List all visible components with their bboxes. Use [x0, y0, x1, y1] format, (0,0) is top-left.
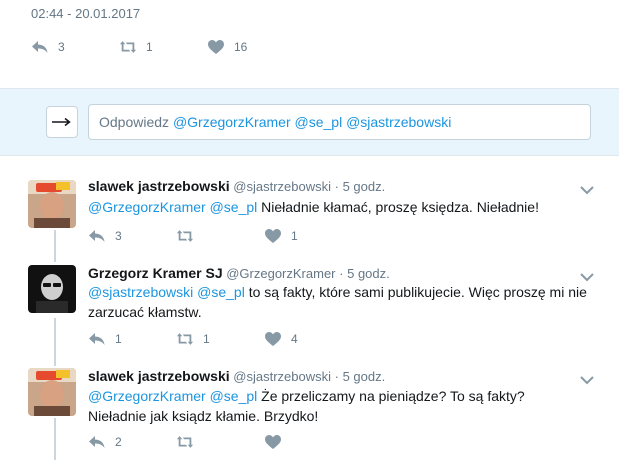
reply-count: 2 [115, 435, 122, 449]
retweet-icon [176, 230, 194, 242]
tweet-menu[interactable] [580, 269, 594, 282]
tweet-text-line1: Nieładnie kłamać, proszę księdza. Nieład… [257, 199, 539, 215]
thread-line [54, 230, 56, 262]
heart-icon [265, 229, 281, 243]
chevron-down-icon [580, 186, 594, 195]
tweet-mentions[interactable]: @sjastrzebowski @se_pl [88, 284, 245, 300]
tweet-header: Grzegorz Kramer SJ @GrzegorzKramer · 5 g… [88, 265, 390, 281]
retweet-button[interactable]: 1 [176, 331, 264, 347]
author-handle[interactable]: @GrzegorzKramer [226, 266, 335, 281]
heart-icon [208, 40, 224, 54]
chevron-down-icon [580, 376, 594, 385]
reply-button[interactable]: 3 [31, 39, 119, 55]
like-count: 16 [234, 40, 248, 54]
tweet-menu[interactable] [580, 372, 594, 385]
reply-icon [89, 230, 105, 242]
author-name[interactable]: slawek jastrzebowski [88, 178, 230, 194]
separator: · [334, 179, 339, 194]
like-button[interactable]: 4 [264, 331, 324, 347]
separator: · [339, 266, 344, 281]
reply-button[interactable]: 1 [88, 331, 176, 347]
retweet-button[interactable] [176, 434, 264, 450]
tweet-actions: 3 1 [88, 227, 324, 245]
like-count: 1 [291, 229, 298, 243]
chevron-down-icon [580, 273, 594, 282]
like-button[interactable]: 1 [264, 228, 324, 244]
retweet-icon [176, 333, 194, 345]
author-name[interactable]: Grzegorz Kramer SJ [88, 265, 223, 281]
tweet-header: slawek jastrzebowski @sjastrzebowski · 5… [88, 178, 385, 194]
reply-count: 3 [58, 40, 65, 54]
reply-placeholder-mentions: @GrzegorzKramer @se_pl @sjastrzebowski [172, 114, 452, 130]
reply-count: 3 [115, 229, 122, 243]
reply-icon [32, 41, 48, 53]
like-button[interactable]: 16 [207, 39, 247, 55]
reply-bar: Odpowiedz @GrzegorzKramer @se_pl @sjastr… [0, 88, 619, 156]
author-name[interactable]: slawek jastrzebowski [88, 368, 230, 384]
tweet-time[interactable]: 5 godz. [343, 179, 386, 194]
tweet-text: @sjastrzebowski @se_pl to są fakty, któr… [88, 282, 588, 322]
reply-count: 1 [115, 332, 122, 346]
tweet-text-line2: zarzucać kłamstw. [88, 304, 202, 320]
tweet-timestamp[interactable]: 02:44 - 20.01.2017 [31, 6, 140, 21]
tweet-menu[interactable] [580, 182, 594, 195]
thread-line [54, 418, 56, 460]
tweet-text-line1: to są fakty, które sami publikujecie. Wi… [244, 284, 587, 300]
heart-icon [265, 332, 281, 346]
retweet-count: 1 [203, 332, 210, 346]
retweet-button[interactable] [176, 228, 264, 244]
author-handle[interactable]: @sjastrzebowski [233, 179, 331, 194]
tweet-text: @GrzegorzKramer @se_pl Że przeliczamy na… [88, 386, 588, 426]
reply-placeholder-prefix: Odpowiedz [99, 114, 170, 130]
tweet-text-line2: Nieładnie jak ksiądz kłamie. Brzydko! [88, 408, 319, 424]
reply-arrow-button[interactable] [46, 106, 78, 138]
tweet-header: slawek jastrzebowski @sjastrzebowski · 5… [88, 368, 385, 384]
tweet-time[interactable]: 5 godz. [343, 369, 386, 384]
retweet-icon [119, 41, 137, 53]
reply-icon [89, 436, 105, 448]
avatar[interactable] [28, 180, 76, 228]
retweet-button[interactable]: 1 [119, 39, 207, 55]
tweet-text-line1: Że przeliczamy na pieniądze? To są fakty… [257, 388, 525, 404]
reply-button[interactable]: 3 [88, 228, 176, 244]
separator: · [334, 369, 339, 384]
reply-button[interactable]: 2 [88, 434, 176, 450]
reply-input[interactable]: Odpowiedz @GrzegorzKramer @se_pl @sjastr… [88, 104, 591, 140]
tweet-time[interactable]: 5 godz. [347, 266, 390, 281]
tweet-mentions[interactable]: @GrzegorzKramer @se_pl [88, 388, 257, 404]
tweet-text: @GrzegorzKramer @se_pl Nieładnie kłamać,… [88, 197, 588, 217]
arrow-right-icon [52, 117, 71, 127]
tweet-actions: 2 [88, 433, 324, 451]
avatar[interactable] [28, 265, 76, 313]
avatar[interactable] [28, 368, 76, 416]
retweet-count: 1 [146, 40, 153, 54]
thread-line [54, 318, 56, 366]
tweet-mentions[interactable]: @GrzegorzKramer @se_pl [88, 199, 257, 215]
author-handle[interactable]: @sjastrzebowski [233, 369, 331, 384]
reply-icon [89, 333, 105, 345]
retweet-icon [176, 436, 194, 448]
main-tweet-actions: 3 1 16 [31, 38, 247, 56]
like-button[interactable] [264, 434, 324, 450]
heart-icon [265, 435, 281, 449]
tweet-actions: 1 1 4 [88, 330, 324, 348]
like-count: 4 [291, 332, 298, 346]
